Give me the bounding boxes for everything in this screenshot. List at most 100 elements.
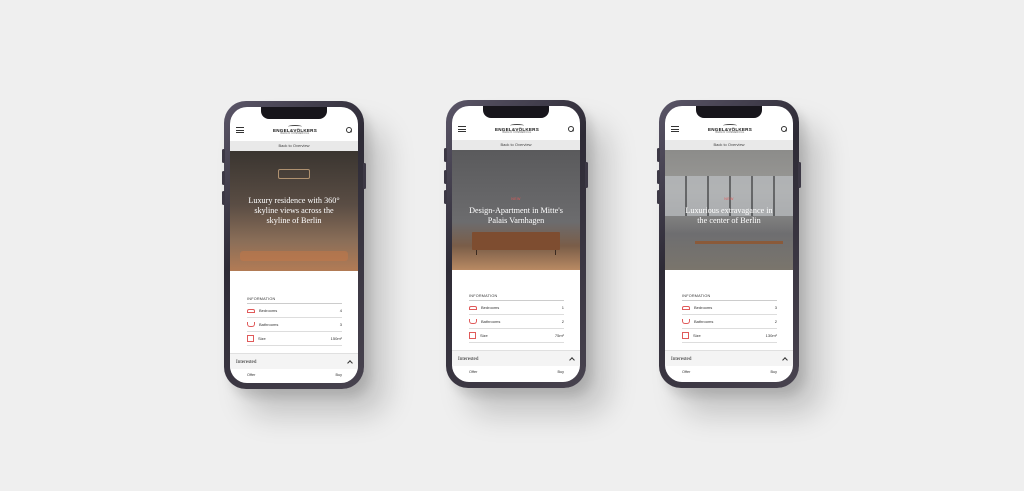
property-hero-image: NEW Luxurious extravagance in the center…	[665, 150, 793, 270]
info-value: 130m²	[765, 333, 777, 338]
property-title: NEW Luxurious extravagance in the center…	[665, 194, 793, 226]
phone-mockup-2: ENGEL&VÖLKERS BERLIN COMMERCIAL Back to …	[444, 100, 588, 388]
logo-subtitle: BERLIN COMMERCIAL	[280, 132, 310, 136]
info-label: Bedrooms	[259, 308, 278, 313]
menu-icon[interactable]	[671, 126, 679, 132]
bathtub-icon	[469, 319, 477, 324]
info-value: 4	[339, 308, 342, 313]
info-row-bathrooms: Bathrooms 3	[247, 318, 342, 332]
property-title-text: Luxurious extravagance in the center of …	[685, 206, 773, 225]
logo-subtitle: BERLIN COMMERCIAL	[715, 131, 745, 135]
property-title-text: Design-Apartment in Mitte's Palais Varnh…	[469, 206, 563, 225]
information-heading: INFORMATION	[247, 297, 342, 304]
info-row-bedrooms: Bedrooms 3	[682, 301, 777, 315]
chandelier-shape	[278, 169, 310, 179]
property-title: NEW Design-Apartment in Mitte's Palais V…	[452, 194, 580, 226]
info-label: Bathrooms	[481, 319, 501, 324]
phone-screen: ENGEL&VÖLKERS BERLIN COMMERCIAL Back to …	[452, 106, 580, 382]
chevron-up-icon[interactable]	[347, 359, 353, 366]
interested-accordion[interactable]: Interested	[665, 350, 793, 366]
offer-row: Offer Buy	[682, 368, 777, 376]
phone-notch	[483, 106, 549, 118]
information-heading: INFORMATION	[682, 294, 777, 301]
app-header: ENGEL&VÖLKERS BERLIN COMMERCIAL	[665, 118, 793, 140]
property-title-text: Luxury residence with 360° skyline views…	[248, 196, 340, 225]
back-to-overview-link[interactable]: Back to Overview	[452, 140, 580, 150]
info-label: Size	[480, 333, 488, 338]
bathtub-icon	[682, 319, 690, 324]
info-value: 2	[774, 319, 777, 324]
offer-value: Buy	[335, 373, 342, 377]
info-value: 2	[561, 319, 564, 324]
info-label: Bedrooms	[481, 305, 500, 310]
bed-icon	[247, 308, 255, 313]
offer-row: Offer Buy	[247, 371, 342, 379]
bed-icon	[682, 305, 690, 310]
offer-label: Offer	[469, 370, 478, 374]
info-value: 1	[561, 305, 564, 310]
info-value: 3	[339, 322, 342, 327]
app-header: ENGEL&VÖLKERS BERLIN COMMERCIAL	[452, 118, 580, 140]
logo-subtitle: BERLIN COMMERCIAL	[502, 131, 532, 135]
info-label: Bathrooms	[694, 319, 714, 324]
info-row-size: Size 130m²	[682, 329, 777, 343]
phone-mockup-1: ENGEL&VÖLKERS BERLIN COMMERCIAL Back to …	[222, 101, 366, 389]
interested-label: Interested	[671, 355, 692, 362]
brand-logo[interactable]: ENGEL&VÖLKERS BERLIN COMMERCIAL	[708, 123, 752, 135]
app-header: ENGEL&VÖLKERS BERLIN COMMERCIAL	[230, 119, 358, 141]
info-row-bathrooms: Bathrooms 2	[682, 315, 777, 329]
property-hero-image: Luxury residence with 360° skyline views…	[230, 151, 358, 271]
interested-accordion[interactable]: Interested	[230, 353, 358, 369]
sofa-shape	[240, 251, 348, 261]
new-badge: NEW	[511, 197, 521, 201]
brand-logo[interactable]: ENGEL&VÖLKERS BERLIN COMMERCIAL	[495, 123, 539, 135]
phone-mockup-3: ENGEL&VÖLKERS BERLIN COMMERCIAL Back to …	[657, 100, 801, 388]
offer-value: Buy	[770, 370, 777, 374]
info-label: Size	[693, 333, 701, 338]
interested-accordion[interactable]: Interested	[452, 350, 580, 366]
information-heading: INFORMATION	[469, 294, 564, 301]
info-label: Bedrooms	[694, 305, 713, 310]
new-badge: NEW	[724, 197, 734, 201]
offer-label: Offer	[682, 370, 691, 374]
menu-icon[interactable]	[458, 126, 466, 132]
info-row-size: Size 75m²	[469, 329, 564, 343]
information-section: INFORMATION Bedrooms 1 Bathrooms 2 Size …	[469, 294, 564, 343]
phone-screen: ENGEL&VÖLKERS BERLIN COMMERCIAL Back to …	[665, 106, 793, 382]
chevron-up-icon[interactable]	[569, 356, 575, 363]
info-row-bedrooms: Bedrooms 4	[247, 304, 342, 318]
search-icon[interactable]	[345, 127, 352, 133]
back-to-overview-link[interactable]: Back to Overview	[230, 141, 358, 151]
search-icon[interactable]	[567, 126, 574, 132]
property-title: Luxury residence with 360° skyline views…	[230, 196, 358, 226]
sideboard-shape	[472, 232, 560, 255]
interested-label: Interested	[458, 355, 479, 362]
information-section: INFORMATION Bedrooms 4 Bathrooms 3 Size …	[247, 297, 342, 346]
dining-table-shape	[695, 241, 783, 244]
phone-notch	[696, 106, 762, 118]
phone-screen: ENGEL&VÖLKERS BERLIN COMMERCIAL Back to …	[230, 107, 358, 383]
information-section: INFORMATION Bedrooms 3 Bathrooms 2 Size …	[682, 294, 777, 343]
property-hero-image: NEW Design-Apartment in Mitte's Palais V…	[452, 150, 580, 270]
info-label: Size	[258, 336, 266, 341]
info-row-bathrooms: Bathrooms 2	[469, 315, 564, 329]
bed-icon	[469, 305, 477, 310]
search-icon[interactable]	[780, 126, 787, 132]
offer-value: Buy	[557, 370, 564, 374]
menu-icon[interactable]	[236, 127, 244, 133]
info-value: 75m²	[554, 333, 564, 338]
info-row-size: Size 150m²	[247, 332, 342, 346]
offer-label: Offer	[247, 373, 256, 377]
back-to-overview-link[interactable]: Back to Overview	[665, 140, 793, 150]
brand-logo[interactable]: ENGEL&VÖLKERS BERLIN COMMERCIAL	[273, 124, 317, 136]
info-value: 150m²	[330, 336, 342, 341]
chevron-up-icon[interactable]	[782, 356, 788, 363]
size-icon	[469, 332, 476, 339]
phone-notch	[261, 107, 327, 119]
info-row-bedrooms: Bedrooms 1	[469, 301, 564, 315]
bathtub-icon	[247, 322, 255, 327]
size-icon	[682, 332, 689, 339]
info-label: Bathrooms	[259, 322, 279, 327]
info-value: 3	[774, 305, 777, 310]
offer-row: Offer Buy	[469, 368, 564, 376]
